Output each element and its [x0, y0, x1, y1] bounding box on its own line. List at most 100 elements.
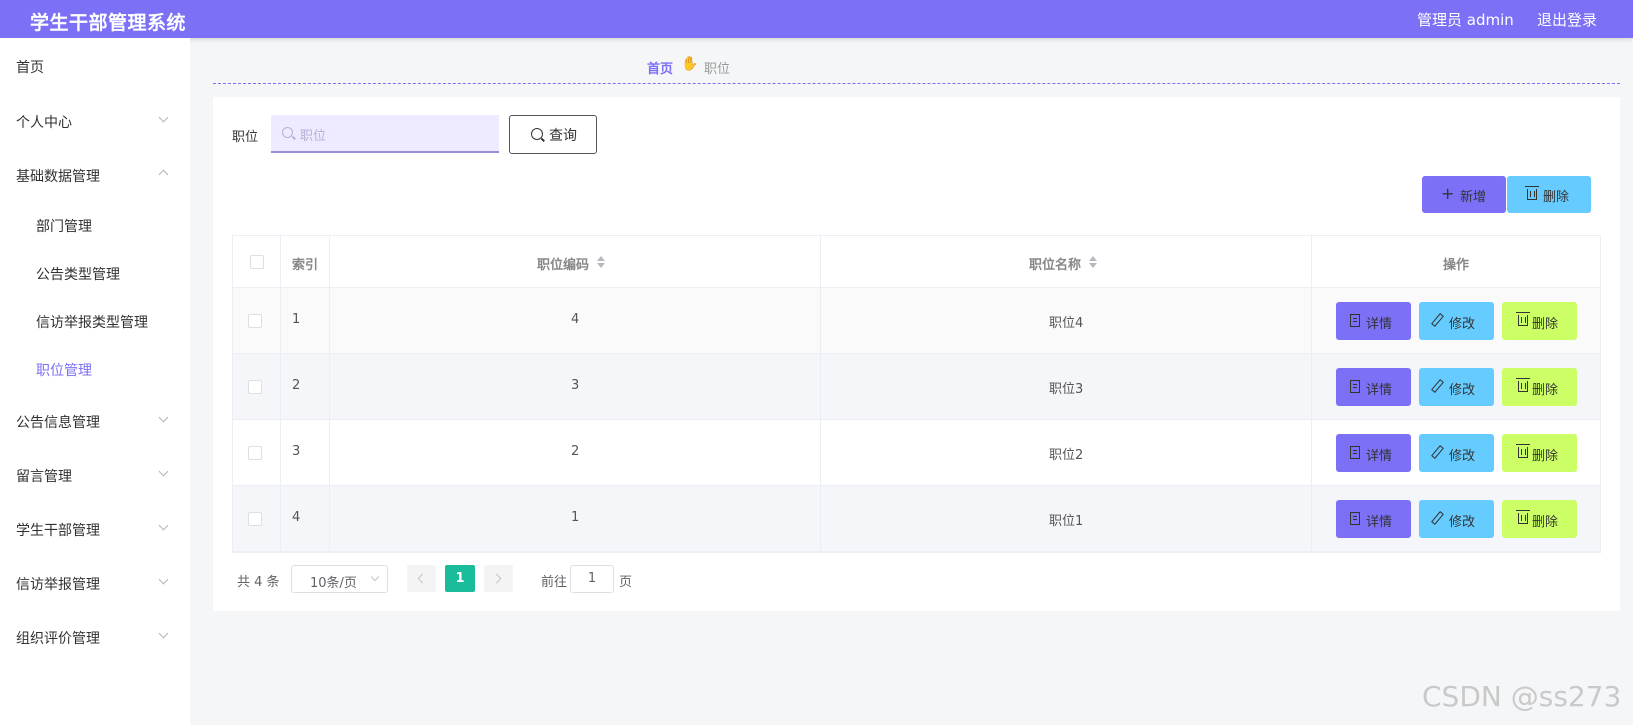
- sidebar-item-petition[interactable]: 信访举报管理: [16, 574, 100, 594]
- trash-icon: [1516, 510, 1530, 524]
- position-search-input[interactable]: 职位: [271, 115, 499, 153]
- column-divider: [329, 236, 330, 552]
- table-row: 1 4 职位4 详情 修改 删除: [233, 288, 1600, 354]
- edit-label: 修改: [1449, 449, 1476, 464]
- position-table: 索引 职位编码 职位名称 操作 1 4 职位4 详情 修改 删除 2 3 职位3: [232, 235, 1601, 553]
- sidebar-item-evaluation[interactable]: 组织评价管理: [16, 628, 100, 648]
- trash-icon: [1516, 378, 1530, 392]
- edit-button[interactable]: 修改: [1419, 302, 1494, 340]
- detail-label: 详情: [1366, 515, 1393, 530]
- row-checkbox[interactable]: [248, 512, 262, 526]
- table-row: 3 2 职位2 详情 修改 删除: [233, 420, 1600, 486]
- select-all-checkbox[interactable]: [250, 255, 264, 269]
- breadcrumb-home[interactable]: 首页: [647, 58, 673, 77]
- edit-icon: [1431, 511, 1444, 525]
- sidebar-item-personal-center[interactable]: 个人中心: [16, 112, 72, 132]
- page-number-current[interactable]: 1: [445, 565, 475, 592]
- delete-button[interactable]: 删除: [1502, 500, 1577, 538]
- column-header-actions: 操作: [1443, 258, 1470, 273]
- delete-label: 删除: [1532, 449, 1559, 464]
- breadcrumb-divider: [213, 83, 1620, 84]
- app-title: 学生干部管理系统: [30, 12, 187, 34]
- sidebar-item-notice-info[interactable]: 公告信息管理: [16, 412, 100, 432]
- row-code: 4: [571, 312, 580, 327]
- add-button[interactable]: + 新增: [1422, 176, 1506, 213]
- search-icon: [531, 128, 543, 140]
- row-name: 职位3: [1049, 382, 1084, 397]
- edit-button[interactable]: 修改: [1419, 500, 1494, 538]
- row-name: 职位1: [1049, 514, 1084, 529]
- row-checkbox[interactable]: [248, 446, 262, 460]
- goto-page-input[interactable]: 1: [570, 565, 614, 593]
- search-icon: [282, 127, 293, 138]
- column-divider: [820, 236, 821, 552]
- trash-icon: [1516, 444, 1530, 458]
- detail-label: 详情: [1366, 383, 1393, 398]
- delete-button[interactable]: 删除: [1502, 302, 1577, 340]
- page-size-select[interactable]: 10条/页: [291, 565, 388, 593]
- row-index: 1: [292, 312, 301, 327]
- detail-button[interactable]: 详情: [1336, 302, 1411, 340]
- sidebar-item-student-cadre[interactable]: 学生干部管理: [16, 520, 100, 540]
- row-checkbox[interactable]: [248, 314, 262, 328]
- row-code: 3: [571, 378, 580, 393]
- row-index: 4: [292, 510, 301, 525]
- document-icon: [1350, 446, 1360, 459]
- chevron-down-icon: [370, 572, 380, 582]
- detail-button[interactable]: 详情: [1336, 500, 1411, 538]
- delete-label: 删除: [1532, 317, 1559, 332]
- edit-button[interactable]: 修改: [1419, 368, 1494, 406]
- edit-icon: [1431, 379, 1444, 393]
- search-placeholder: 职位: [300, 129, 327, 144]
- edit-label: 修改: [1449, 515, 1476, 530]
- row-code: 1: [571, 510, 580, 525]
- sort-icon[interactable]: [597, 255, 605, 269]
- sidebar: [0, 38, 190, 725]
- row-name: 职位4: [1049, 316, 1084, 331]
- column-header-code[interactable]: 职位编码: [537, 254, 589, 273]
- row-name: 职位2: [1049, 448, 1084, 463]
- watermark: CSDN @ss273: [1422, 680, 1622, 713]
- breadcrumb-current: 职位: [704, 62, 731, 77]
- sidebar-item-department[interactable]: 部门管理: [36, 216, 92, 236]
- sidebar-item-position[interactable]: 职位管理: [36, 360, 92, 380]
- row-index: 2: [292, 378, 301, 393]
- current-user-label: 管理员 admin: [1417, 11, 1514, 29]
- detail-button[interactable]: 详情: [1336, 434, 1411, 472]
- detail-button[interactable]: 详情: [1336, 368, 1411, 406]
- trash-icon: [1516, 312, 1530, 326]
- trash-icon: [1525, 186, 1539, 200]
- hand-icon: ✋: [681, 56, 699, 72]
- table-header: 索引 职位编码 职位名称 操作: [233, 236, 1600, 288]
- logout-link[interactable]: 退出登录: [1537, 9, 1597, 30]
- page-suffix-label: 页: [619, 575, 633, 590]
- edit-label: 修改: [1449, 383, 1476, 398]
- delete-label: 删除: [1532, 515, 1559, 530]
- prev-page-button[interactable]: [407, 565, 436, 592]
- query-button[interactable]: 查询: [509, 115, 597, 154]
- edit-label: 修改: [1449, 317, 1476, 332]
- row-code: 2: [571, 444, 580, 459]
- batch-delete-button[interactable]: 删除: [1507, 176, 1591, 213]
- document-icon: [1350, 512, 1360, 525]
- delete-button[interactable]: 删除: [1502, 368, 1577, 406]
- document-icon: [1350, 314, 1360, 327]
- page-size-value: 10条/页: [310, 576, 357, 591]
- sidebar-item-notice-type[interactable]: 公告类型管理: [36, 264, 120, 284]
- document-icon: [1350, 380, 1360, 393]
- sort-icon[interactable]: [1089, 255, 1097, 269]
- sidebar-item-home[interactable]: 首页: [16, 57, 44, 77]
- column-divider: [280, 236, 281, 552]
- detail-label: 详情: [1366, 317, 1393, 332]
- edit-button[interactable]: 修改: [1419, 434, 1494, 472]
- row-checkbox[interactable]: [248, 380, 262, 394]
- delete-button[interactable]: 删除: [1502, 434, 1577, 472]
- edit-icon: [1431, 445, 1444, 459]
- pagination-total: 共 4 条: [237, 575, 280, 590]
- next-page-button[interactable]: [484, 565, 513, 592]
- sidebar-item-message[interactable]: 留言管理: [16, 466, 72, 486]
- column-header-name[interactable]: 职位名称: [1029, 254, 1081, 273]
- sidebar-item-base-data[interactable]: 基础数据管理: [16, 166, 100, 186]
- sidebar-item-petition-type[interactable]: 信访举报类型管理: [36, 312, 148, 332]
- table-row: 4 1 职位1 详情 修改 删除: [233, 486, 1600, 552]
